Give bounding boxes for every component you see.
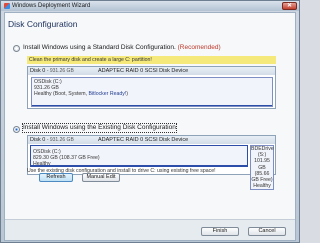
window-title: Windows Deployment Wizard — [12, 3, 91, 9]
standard-disk-panel: Disk 0 - 931.26 GB ADAPTEC RAID 0 SCSI D… — [27, 66, 276, 109]
disk-name: Disk 0 — [30, 137, 46, 143]
partition-bar — [31, 165, 247, 166]
standard-config-label[interactable]: Install Windows using a Standard Disk Co… — [23, 44, 221, 52]
wizard-window: Windows Deployment Wizard ✕ Disk Configu… — [0, 0, 300, 243]
disk-name: Disk 0 — [30, 68, 46, 74]
existing-config-radio[interactable] — [13, 126, 20, 133]
title-bar: Windows Deployment Wizard ✕ — [1, 1, 299, 11]
existing-config-label[interactable]: Install Windows using the Existing Disk … — [22, 123, 177, 133]
standard-config-text: Install Windows using a Standard Disk Co… — [23, 44, 176, 51]
disk-adapter: ADAPTEC RAID 0 SCSI Disk Device — [98, 137, 189, 143]
partition-bdedrive[interactable]: BDEDrive (S:) 101.95 GB (85.66 GB Free) … — [250, 145, 274, 190]
wizard-content: Disk Configuration Install Windows using… — [4, 12, 296, 241]
windows-app-icon — [4, 3, 10, 9]
standard-config-radio[interactable] — [13, 45, 20, 52]
bitlocker-ready-highlight: Bitlocker Ready! — [88, 91, 127, 98]
cancel-button[interactable]: Cancel — [248, 227, 286, 236]
close-button[interactable]: ✕ — [282, 2, 297, 10]
disk-header: Disk 0 - 931.26 GB ADAPTEC RAID 0 SCSI D… — [28, 136, 275, 144]
finish-button[interactable]: Finish — [201, 227, 239, 236]
partition-osdisk-existing[interactable]: OSDisk (C:) 829.30 GB (108.37 GB Free) H… — [30, 145, 248, 167]
disk-size: - 931.26 GB — [46, 137, 74, 143]
status-prefix: Healthy (Boot, System, — [34, 91, 89, 98]
page-title: Disk Configuration — [8, 19, 78, 29]
status-suffix: ) — [126, 91, 129, 98]
partition-bar — [32, 105, 272, 106]
refresh-button[interactable]: Refresh — [39, 173, 73, 182]
recommended-tag: (Recomended) — [177, 44, 221, 51]
bde-line4: GB (85.66 — [254, 164, 270, 177]
partition-status: Healthy (Boot, System, Bitlocker Ready!) — [34, 91, 270, 97]
disk-size: - 931.26 GB — [46, 68, 74, 74]
disk-adapter: ADAPTEC RAID 0 SCSI Disk Device — [98, 68, 189, 74]
standard-config-banner: Clean the primary disk and create a larg… — [27, 56, 276, 64]
disk-header: Disk 0 - 931.26 GB ADAPTEC RAID 0 SCSI D… — [28, 67, 275, 75]
wizard-footer: Finish Cancel — [5, 219, 295, 240]
bde-line6: Healthy — [253, 183, 271, 190]
manual-edit-button[interactable]: Manual Edit — [82, 173, 120, 182]
bde-line3: 101.95 — [254, 158, 270, 165]
partition-osdisk[interactable]: OSDisk (C:) 931.26 GB Healthy (Boot, Sys… — [31, 77, 273, 107]
